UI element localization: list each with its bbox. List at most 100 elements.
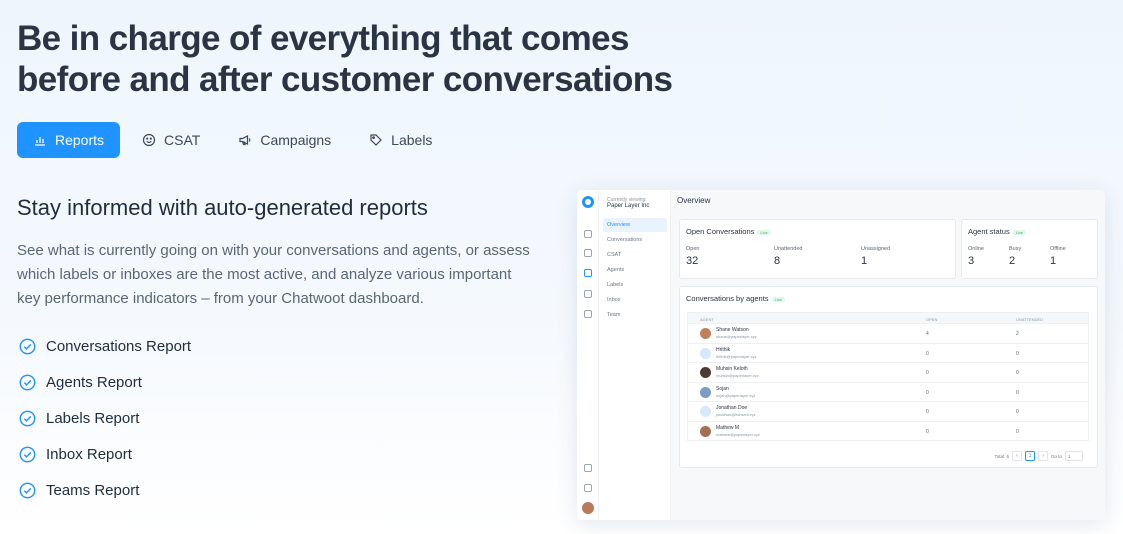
sidebar-item-conversations[interactable]: Conversations [603, 233, 667, 247]
pager-goto-input[interactable]: 1 [1065, 451, 1083, 461]
agent-name: Hrithik [716, 346, 731, 353]
stat-value: 8 [774, 255, 781, 267]
page-headline: Be in charge of everything that comes be… [17, 18, 717, 100]
stat-value: 3 [968, 255, 975, 267]
feature-list: Conversations Report Agents Report Label… [19, 328, 191, 508]
stat-online: Online 3 [968, 246, 984, 267]
stat-value: 2 [1009, 255, 1016, 267]
pager-total: Total: 6 [994, 453, 1009, 459]
stat-open: Open 32 [686, 246, 699, 267]
section-description: See what is currently going on with your… [17, 242, 530, 307]
table-row: Muhsin Keloth muhsin@paperlayer.xyz 0 0 [687, 363, 1089, 383]
sidebar-item-team[interactable]: Team [603, 308, 667, 322]
tab-label: CSAT [164, 132, 201, 148]
table-row: Sojan sojan@paperlayer.xyz 0 0 [687, 382, 1089, 402]
unattended-count: 0 [1016, 389, 1019, 396]
check-circle-icon [19, 482, 36, 498]
open-count: 0 [926, 370, 929, 376]
feature-label: Teams Report [46, 481, 140, 499]
agent-name: Mathew M [716, 424, 740, 431]
sidebar-item-labels[interactable]: Labels [603, 278, 667, 292]
dashboard-screenshot: Currently viewing: Paper Layer Inc Overv… [577, 190, 1105, 520]
megaphone-icon [239, 135, 251, 146]
feature-label: Agents Report [46, 373, 142, 391]
tab-csat[interactable]: CSAT [126, 122, 216, 158]
org-name[interactable]: Paper Layer Inc [607, 203, 649, 209]
list-item: Conversations Report [19, 328, 191, 364]
table-header: AGENT OPEN UNATTENDED [687, 312, 1089, 324]
stat-label: Unassigned [861, 246, 891, 252]
stat-value: 1 [861, 255, 868, 267]
open-count: 0 [926, 389, 929, 396]
open-count: 0 [926, 409, 929, 415]
table-row: Shane Watson shane@paperlayer.xyz 4 2 [687, 324, 1089, 344]
pager-goto-label: Go to [1050, 453, 1062, 459]
agent-email: hrithik@paperlayer.xyz [716, 353, 757, 359]
card-title: Open Conversations Live [686, 227, 771, 236]
open-count: 0 [926, 350, 929, 357]
sidebar-item-agents[interactable]: Agents [603, 263, 667, 277]
avatar[interactable] [582, 502, 594, 514]
overview-main: Overview Open Conversations Live Open 32 … [671, 190, 1105, 520]
tab-labels[interactable]: Labels [353, 122, 448, 158]
check-circle-icon [19, 410, 36, 426]
tab-label: Campaigns [260, 132, 332, 148]
agent-name: Shane Watson [716, 327, 749, 333]
reports-sidebar: Currently viewing: Paper Layer Inc Overv… [599, 190, 671, 520]
agent-name: Jonathan Doe [716, 405, 748, 411]
table-row: Mathew M mathew@paperlayer.xyz 0 0 [687, 421, 1089, 441]
stat-unassigned: Unassigned 1 [861, 246, 890, 267]
stat-busy: Busy 2 [1009, 246, 1021, 267]
conversations-icon[interactable] [584, 230, 592, 238]
sidebar-item-csat[interactable]: CSAT [603, 248, 667, 262]
card-title-text: Agent status [968, 227, 1010, 236]
campaigns-icon[interactable] [584, 290, 592, 298]
avatar [700, 347, 711, 359]
reports-icon[interactable] [584, 269, 592, 277]
section-title: Stay informed with auto-generated report… [17, 195, 428, 220]
check-circle-icon [19, 338, 36, 354]
unattended-count: 2 [1016, 331, 1019, 337]
agent-email: jonathan@fishwell.xyz [716, 412, 756, 417]
tab-label: Reports [55, 132, 105, 148]
agent-name: Sojan [716, 385, 729, 392]
stat-unattended: Unattended 8 [774, 246, 802, 267]
contacts-icon[interactable] [584, 249, 592, 257]
card-title: Agent status Live [968, 227, 1027, 236]
notifications-icon[interactable] [584, 484, 592, 492]
live-badge: Live [771, 296, 785, 302]
table-row: Hrithik hrithik@paperlayer.xyz 0 0 [687, 343, 1089, 363]
check-circle-icon [19, 446, 36, 462]
stat-label: Offline [1050, 246, 1066, 252]
header-unattended: UNATTENDED [1016, 317, 1044, 322]
switch-account-icon[interactable] [584, 464, 592, 472]
live-badge: Live [1012, 229, 1027, 235]
tab-campaigns[interactable]: Campaigns [222, 122, 347, 158]
sidebar-item-overview[interactable]: Overview [603, 218, 667, 232]
open-count: 4 [926, 331, 929, 337]
sidebar-item-inbox[interactable]: Inbox [603, 293, 667, 307]
bar-chart-icon [35, 137, 45, 146]
agent-email: muhsin@paperlayer.xyz [716, 373, 759, 378]
card-title-text: Open Conversations [686, 227, 755, 236]
feature-label: Labels Report [46, 409, 140, 427]
header-open: OPEN [926, 317, 938, 322]
agent-email: shane@paperlayer.xyz [716, 334, 757, 339]
stat-label: Busy [1009, 246, 1022, 252]
avatar [700, 406, 711, 417]
avatar [700, 425, 711, 437]
pager-page-button[interactable]: 1 [1024, 451, 1035, 461]
stat-value: 1 [1050, 255, 1057, 267]
settings-icon[interactable] [584, 310, 592, 318]
agent-status-card: Agent status Live Online 3 Busy 2 Offline… [961, 219, 1098, 279]
card-title-text: Conversations by agents [686, 294, 769, 303]
tab-reports[interactable]: Reports [17, 122, 121, 158]
tab-label: Labels [391, 132, 433, 148]
check-circle-icon [19, 374, 36, 390]
stat-value: 32 [686, 255, 699, 267]
list-item: Agents Report [19, 364, 191, 400]
stat-offline: Offline 1 [1050, 246, 1066, 267]
pager-prev-button[interactable]: ‹ [1011, 451, 1022, 461]
pager-next-button[interactable]: › [1037, 451, 1048, 461]
card-title: Conversations by agents Live [686, 294, 785, 303]
